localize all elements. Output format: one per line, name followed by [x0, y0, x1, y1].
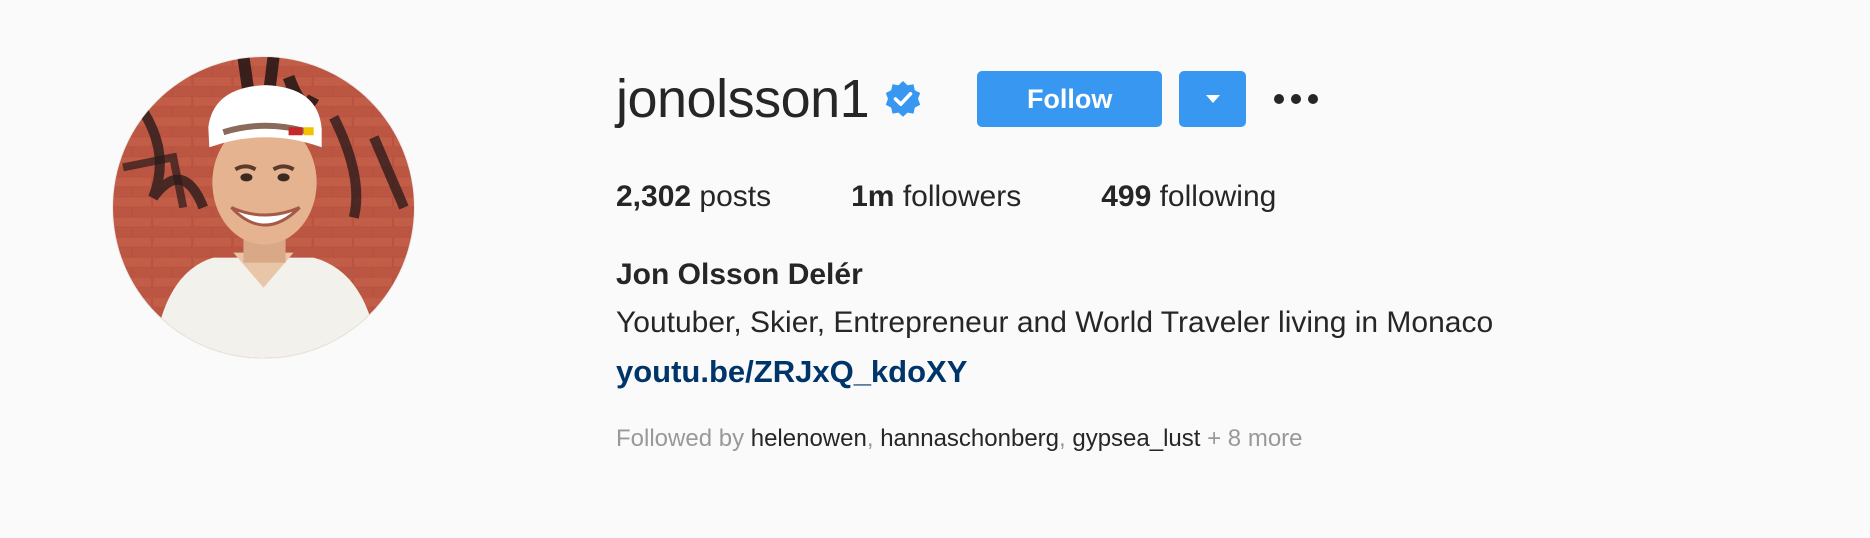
- follow-button[interactable]: Follow: [977, 71, 1163, 127]
- posts-label: posts: [691, 180, 772, 213]
- more-options-button[interactable]: [1273, 79, 1319, 119]
- bio-link[interactable]: youtu.be/ZRJxQ_kdoXY: [616, 354, 967, 390]
- bio-text: Youtuber, Skier, Entrepreneur and World …: [616, 306, 1494, 339]
- profile-stats: 2,302 posts 1m followers 499 following: [616, 175, 1356, 219]
- full-name: Jon Olsson Delér: [616, 258, 863, 291]
- profile-header: jonolsson1 Follow: [616, 68, 1319, 130]
- followed-by-user[interactable]: helenowen: [751, 425, 867, 452]
- following-count: 499: [1101, 180, 1152, 213]
- more-options-icon: [1274, 94, 1319, 104]
- avatar-image: [113, 57, 414, 358]
- posts-count: 2,302: [616, 180, 692, 213]
- followed-by-more[interactable]: + 8 more: [1200, 425, 1302, 452]
- followed-by: Followed by helenowen, hannaschonberg, g…: [616, 425, 1303, 453]
- followed-by-prefix: Followed by: [616, 425, 751, 452]
- followed-by-user[interactable]: gypsea_lust: [1072, 425, 1200, 452]
- posts-stat: 2,302 posts: [616, 180, 771, 214]
- profile-avatar[interactable]: [113, 57, 414, 358]
- suggestions-dropdown-button[interactable]: [1179, 71, 1247, 127]
- username: jonolsson1: [616, 69, 870, 129]
- followers-count: 1m: [851, 180, 895, 213]
- caret-down-icon: [1205, 95, 1220, 103]
- followers-stat[interactable]: 1m followers: [851, 180, 1021, 214]
- followers-label: followers: [894, 180, 1022, 213]
- following-stat[interactable]: 499 following: [1101, 180, 1276, 214]
- verified-badge-icon: [883, 79, 923, 119]
- followed-by-separator: ,: [866, 425, 881, 452]
- followed-by-separator: ,: [1059, 425, 1073, 452]
- following-label: following: [1151, 180, 1277, 213]
- followed-by-user[interactable]: hannaschonberg: [880, 425, 1059, 452]
